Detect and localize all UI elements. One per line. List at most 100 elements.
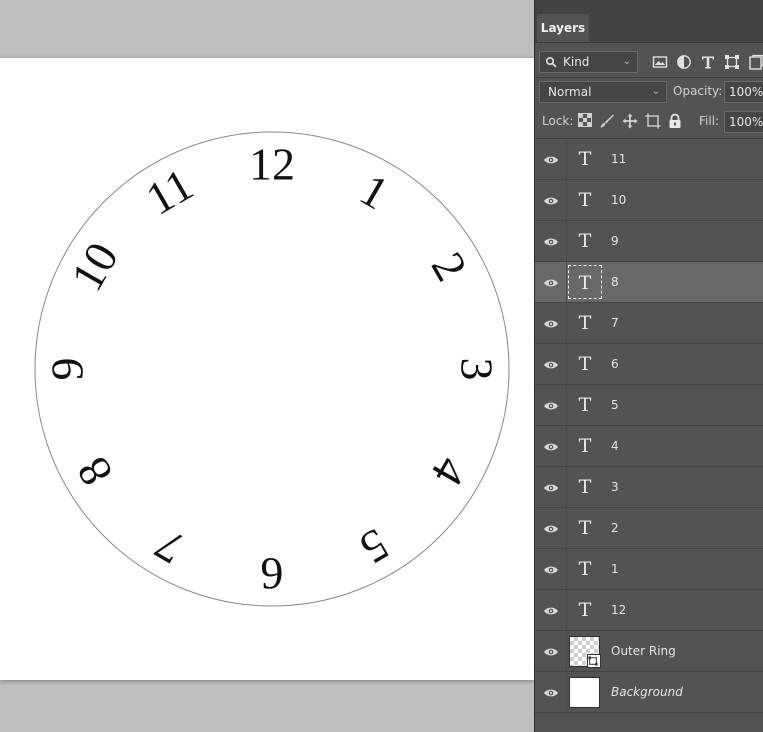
layers-panel: Layers Kind ⌄ Normal ⌄ Opacity: 100% Loc… bbox=[534, 0, 763, 732]
lock-label: Lock: bbox=[542, 114, 574, 128]
tab-layers[interactable]: Layers bbox=[537, 14, 589, 42]
lock-transparent-pixels-icon[interactable] bbox=[578, 113, 592, 127]
lock-row: Lock: Fill: 100% bbox=[535, 110, 763, 134]
eye-icon[interactable] bbox=[543, 359, 559, 369]
eye-icon[interactable] bbox=[543, 564, 559, 574]
lock-image-pixels-icon[interactable] bbox=[599, 113, 615, 129]
visibility-divider bbox=[566, 180, 567, 220]
layer-name: 1 bbox=[611, 562, 619, 576]
layer-name: 5 bbox=[611, 398, 619, 412]
visibility-divider bbox=[566, 385, 567, 425]
layer-row[interactable]: T4 bbox=[535, 426, 763, 467]
adjustment-filter-icon[interactable] bbox=[676, 54, 692, 70]
blend-mode-dropdown[interactable]: Normal ⌄ bbox=[539, 81, 667, 103]
type-layer-icon[interactable]: T bbox=[568, 347, 602, 381]
layer-row[interactable]: T 11 bbox=[535, 139, 763, 180]
eye-icon[interactable] bbox=[543, 482, 559, 492]
layer-row[interactable]: Background bbox=[535, 672, 763, 713]
layer-row[interactable]: T 10 bbox=[535, 180, 763, 221]
layer-name: 6 bbox=[611, 357, 619, 371]
filter-row: Kind ⌄ bbox=[535, 50, 763, 74]
eye-icon[interactable] bbox=[543, 318, 559, 328]
lock-artboard-icon[interactable] bbox=[645, 113, 661, 129]
eye-icon[interactable] bbox=[543, 277, 559, 287]
visibility-divider bbox=[566, 262, 567, 302]
eye-icon[interactable] bbox=[543, 687, 559, 697]
layer-name: Background bbox=[611, 685, 683, 699]
type-filter-icon[interactable] bbox=[700, 54, 716, 70]
layer-row[interactable]: T9 bbox=[535, 221, 763, 262]
eye-icon[interactable] bbox=[543, 400, 559, 410]
layer-name: 8 bbox=[611, 275, 619, 289]
layer-name: 11 bbox=[611, 152, 627, 166]
visibility-divider bbox=[566, 139, 567, 179]
eye-icon[interactable] bbox=[543, 646, 559, 656]
layer-name: 4 bbox=[611, 439, 619, 453]
type-layer-icon[interactable]: T bbox=[568, 224, 602, 258]
visibility-divider bbox=[566, 426, 567, 466]
type-layer-icon[interactable]: T bbox=[568, 429, 602, 463]
visibility-divider bbox=[566, 672, 567, 712]
visibility-divider bbox=[566, 549, 567, 589]
fill-field[interactable]: 100% bbox=[724, 111, 763, 133]
layer-row[interactable]: T2 bbox=[535, 508, 763, 549]
layer-list: T 11 T 10 T 9 T 8 T 7 T 6 T 5 T 4 T 3 T 2 T 1 T 12 Outer Ring Bac… bbox=[535, 139, 763, 713]
eye-icon[interactable] bbox=[543, 441, 559, 451]
blend-row: Normal ⌄ Opacity: 100% bbox=[535, 80, 763, 104]
layer-row[interactable]: T1 bbox=[535, 549, 763, 590]
eye-icon[interactable] bbox=[543, 605, 559, 615]
layer-row[interactable]: T 12 bbox=[535, 590, 763, 631]
layer-name: Outer Ring bbox=[611, 644, 676, 658]
filter-kind-value: Kind bbox=[563, 55, 590, 69]
type-layer-icon[interactable]: T bbox=[568, 388, 602, 422]
type-layer-icon[interactable]: T bbox=[568, 470, 602, 504]
visibility-divider bbox=[566, 590, 567, 630]
filter-kind-dropdown[interactable]: Kind ⌄ bbox=[539, 51, 638, 73]
smart-object-filter-icon[interactable] bbox=[748, 54, 763, 70]
lock-position-icon[interactable] bbox=[622, 113, 638, 129]
clock-numeral-6: 6 bbox=[261, 549, 284, 600]
type-layer-icon[interactable]: T bbox=[568, 306, 602, 340]
layer-list-empty-space[interactable] bbox=[535, 713, 763, 732]
opacity-field[interactable]: 100% bbox=[724, 81, 763, 103]
blend-mode-value: Normal bbox=[548, 85, 592, 99]
visibility-divider bbox=[566, 221, 567, 261]
clock-numeral-12: 12 bbox=[249, 139, 295, 190]
layer-row[interactable]: T3 bbox=[535, 467, 763, 508]
type-layer-icon[interactable]: T bbox=[568, 142, 602, 176]
eye-icon[interactable] bbox=[543, 154, 559, 164]
layer-row[interactable]: T5 bbox=[535, 385, 763, 426]
type-layer-icon[interactable]: T bbox=[568, 265, 602, 299]
background-thumbnail[interactable] bbox=[569, 677, 600, 708]
type-layer-icon[interactable]: T bbox=[568, 511, 602, 545]
layer-row[interactable]: T7 bbox=[535, 303, 763, 344]
canvas-area[interactable]: 12 1 2 3 4 5 6 7 8 9 10 11 bbox=[0, 0, 534, 732]
outer-ring bbox=[34, 131, 510, 607]
layer-row[interactable]: T8 bbox=[535, 262, 763, 303]
opacity-label: Opacity: bbox=[673, 84, 723, 98]
eye-icon[interactable] bbox=[543, 523, 559, 533]
type-layer-icon[interactable]: T bbox=[568, 593, 602, 627]
layer-name: 7 bbox=[611, 316, 619, 330]
panel-tab-bar: Layers bbox=[535, 0, 763, 43]
image-filter-icon[interactable] bbox=[652, 54, 668, 70]
layer-name: 9 bbox=[611, 234, 619, 248]
type-layer-icon[interactable]: T bbox=[568, 552, 602, 586]
clock-face: 12 1234567891011 bbox=[34, 131, 510, 607]
document-canvas[interactable]: 12 1 2 3 4 5 6 7 8 9 10 11 bbox=[0, 58, 534, 680]
visibility-divider bbox=[566, 303, 567, 343]
shape-filter-icon[interactable] bbox=[724, 54, 740, 70]
layer-row[interactable]: T6 bbox=[535, 344, 763, 385]
layer-row[interactable]: Outer Ring bbox=[535, 631, 763, 672]
visibility-divider bbox=[566, 467, 567, 507]
layer-thumbnail[interactable] bbox=[569, 636, 601, 668]
smart-object-badge-icon bbox=[587, 654, 601, 668]
lock-all-icon[interactable] bbox=[667, 113, 683, 129]
chevron-down-icon: ⌄ bbox=[622, 56, 631, 67]
layer-name: 3 bbox=[611, 480, 619, 494]
layer-name: 12 bbox=[611, 603, 627, 617]
eye-icon[interactable] bbox=[543, 195, 559, 205]
eye-icon[interactable] bbox=[543, 236, 559, 246]
clock-numeral-9: 9 bbox=[42, 358, 93, 381]
type-layer-icon[interactable]: T bbox=[568, 183, 602, 217]
